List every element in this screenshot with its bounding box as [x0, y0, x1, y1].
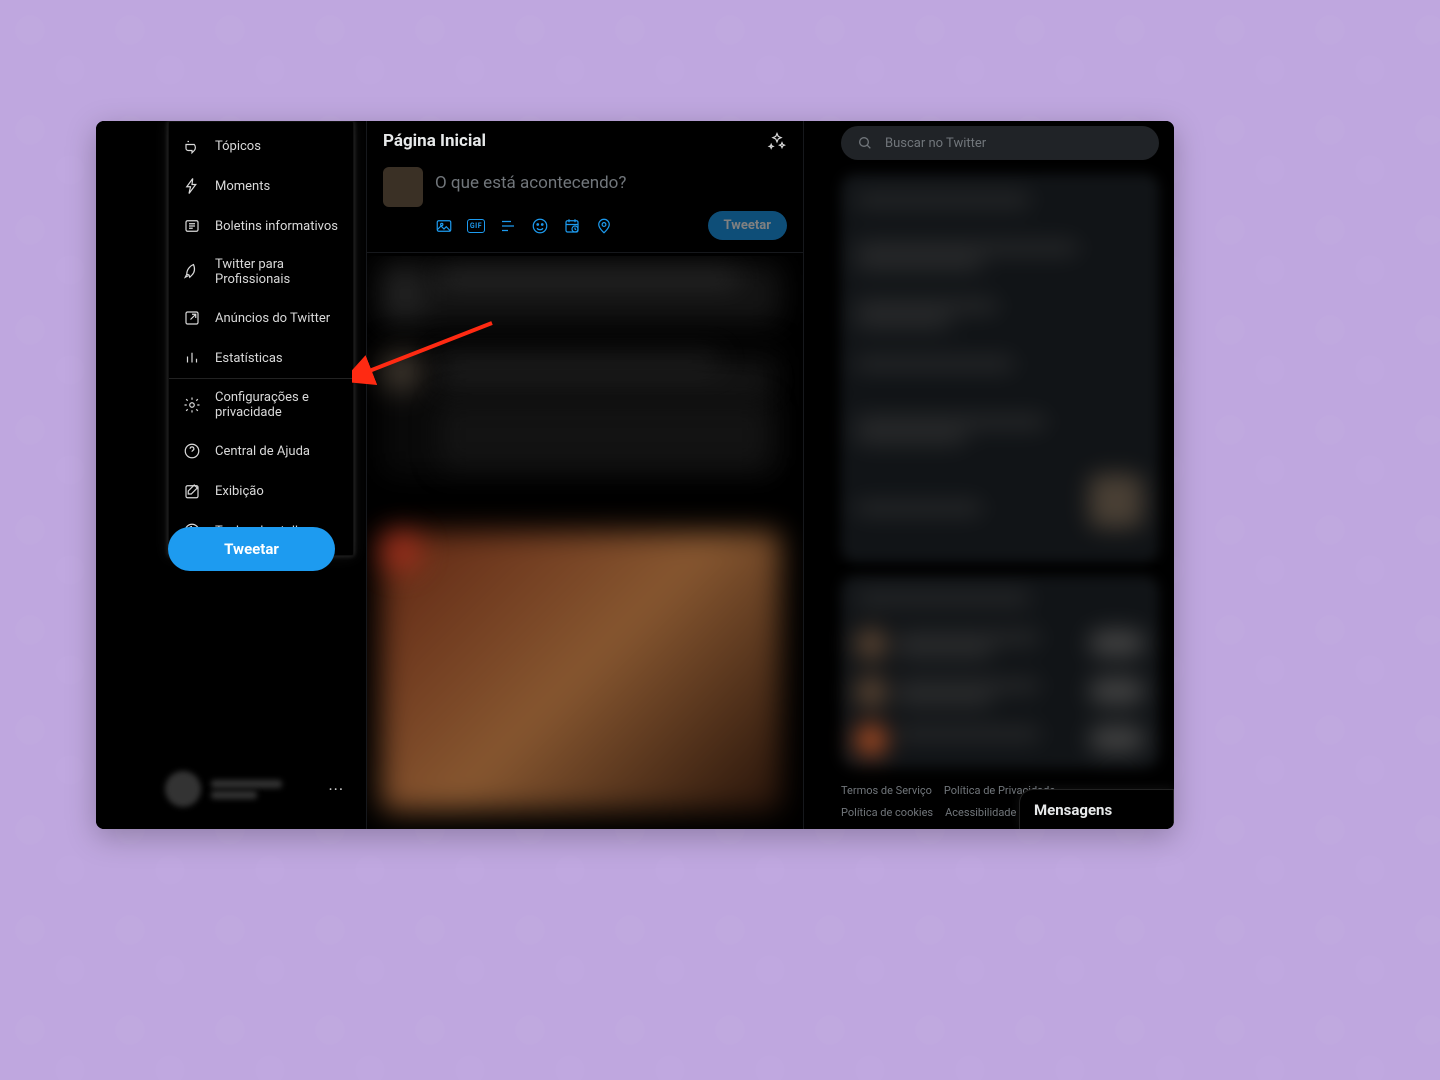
more-icon: ···: [322, 774, 350, 805]
compose-tweet-button[interactable]: Tweetar: [708, 211, 787, 240]
sidebar-tweet-label: Tweetar: [224, 540, 279, 558]
poll-icon[interactable]: [499, 217, 517, 235]
footer-link[interactable]: Mais ···: [841, 825, 876, 829]
app-window: Tópicos Moments Boletins informativos Tw…: [96, 121, 1174, 829]
account-blurred-text: [211, 777, 312, 802]
gear-icon: [183, 396, 201, 414]
external-link-icon: [183, 309, 201, 327]
search-placeholder: Buscar no Twitter: [885, 136, 986, 151]
menu-twitter-ads[interactable]: Anúncios do Twitter: [169, 298, 353, 338]
display-icon: [183, 482, 201, 500]
emoji-icon[interactable]: [531, 217, 549, 235]
compose-avatar[interactable]: [383, 167, 423, 207]
moments-icon: [183, 177, 201, 195]
menu-label: Exibição: [215, 484, 264, 499]
menu-label: Moments: [215, 179, 270, 194]
compose-toolbar: GIF: [435, 217, 613, 235]
schedule-icon[interactable]: [563, 217, 581, 235]
menu-twitter-for-pros[interactable]: Twitter para Profissionais: [169, 246, 353, 298]
gif-icon[interactable]: GIF: [467, 217, 485, 235]
timeline-feed-blurred: [367, 256, 803, 829]
menu-analytics[interactable]: Estatísticas: [169, 338, 353, 378]
sidebar-tweet-button[interactable]: Tweetar: [168, 527, 335, 571]
messages-dock[interactable]: Mensagens: [1019, 789, 1174, 829]
footer-link[interactable]: Política de cookies: [841, 804, 933, 822]
search-icon: [857, 135, 873, 151]
menu-label: Anúncios do Twitter: [215, 311, 330, 326]
right-column: Buscar no Twitter: [826, 121, 1174, 829]
compose-tweet-label: Tweetar: [724, 218, 771, 233]
page-title: Página Inicial: [383, 131, 486, 151]
stats-icon: [183, 349, 201, 367]
menu-label: Estatísticas: [215, 351, 283, 366]
menu-label: Twitter para Profissionais: [215, 257, 339, 287]
sidebar: Tópicos Moments Boletins informativos Tw…: [96, 121, 361, 829]
menu-newsletters[interactable]: Boletins informativos: [169, 206, 353, 246]
media-icon[interactable]: [435, 217, 453, 235]
menu-moments[interactable]: Moments: [169, 166, 353, 206]
account-avatar: [165, 771, 201, 807]
tweet-compose: O que está acontecendo? GIF Tweetar: [367, 159, 803, 253]
rocket-icon: [183, 263, 201, 281]
compose-input[interactable]: O que está acontecendo?: [435, 167, 787, 193]
menu-topics[interactable]: Tópicos: [169, 126, 353, 166]
account-switcher[interactable]: ···: [165, 765, 350, 813]
top-tweets-icon[interactable]: [767, 131, 787, 151]
location-icon[interactable]: [595, 217, 613, 235]
messages-label: Mensagens: [1034, 801, 1112, 819]
menu-help-center[interactable]: Central de Ajuda: [169, 431, 353, 471]
more-menu-popover: Tópicos Moments Boletins informativos Tw…: [168, 121, 354, 556]
search-input[interactable]: Buscar no Twitter: [841, 126, 1159, 160]
newsletter-icon: [183, 217, 201, 235]
menu-display[interactable]: Exibição: [169, 471, 353, 511]
timeline-header: Página Inicial: [367, 121, 803, 159]
follow-panel-blurred: [841, 576, 1159, 768]
help-icon: [183, 442, 201, 460]
footer-link[interactable]: Acessibilidade: [945, 804, 1016, 822]
menu-label: Configurações e privacidade: [215, 390, 339, 420]
topics-icon: [183, 137, 201, 155]
timeline-column: Página Inicial O que está acontecendo? G…: [366, 121, 804, 829]
trends-panel-blurred: [841, 174, 1159, 562]
footer-link[interactable]: Termos de Serviço: [841, 782, 932, 800]
menu-label: Tópicos: [215, 139, 261, 154]
menu-label: Boletins informativos: [215, 219, 338, 234]
menu-label: Central de Ajuda: [215, 444, 310, 459]
menu-settings-privacy[interactable]: Configurações e privacidade: [169, 379, 353, 431]
